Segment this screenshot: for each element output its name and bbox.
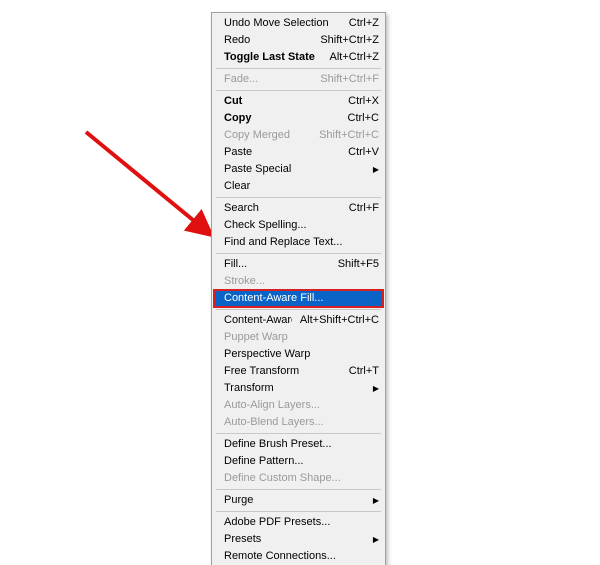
menu-item-shortcut: Ctrl+F bbox=[341, 200, 379, 217]
menu-separator bbox=[216, 309, 381, 310]
menu-item-define-custom-shape: Define Custom Shape... bbox=[214, 470, 383, 487]
menu-item-label: Free Transform bbox=[224, 363, 341, 380]
menu-item-shortcut: Shift+Ctrl+Z bbox=[312, 32, 379, 49]
menu-item-auto-align-layers: Auto-Align Layers... bbox=[214, 397, 383, 414]
menu-item-label: Auto-Align Layers... bbox=[224, 397, 379, 414]
menu-item-label: Paste Special bbox=[224, 161, 365, 178]
menu-item-label: Purge bbox=[224, 492, 365, 509]
menu-item-label: Remote Connections... bbox=[224, 548, 379, 565]
menu-item-presets[interactable]: Presets▶ bbox=[214, 531, 383, 548]
menu-item-fill[interactable]: Fill...Shift+F5 bbox=[214, 256, 383, 273]
menu-item-label: Auto-Blend Layers... bbox=[224, 414, 379, 431]
menu-item-auto-blend-layers: Auto-Blend Layers... bbox=[214, 414, 383, 431]
menu-item-remote-connections[interactable]: Remote Connections... bbox=[214, 548, 383, 565]
menu-item-define-brush-preset[interactable]: Define Brush Preset... bbox=[214, 436, 383, 453]
menu-item-purge[interactable]: Purge▶ bbox=[214, 492, 383, 509]
menu-item-adobe-pdf-presets[interactable]: Adobe PDF Presets... bbox=[214, 514, 383, 531]
menu-item-label: Puppet Warp bbox=[224, 329, 379, 346]
menu-item-content-aware-fill[interactable]: Content-Aware Fill... bbox=[214, 290, 383, 307]
annotation-arrow bbox=[84, 130, 224, 250]
menu-item-label: Content-Aware Scale bbox=[224, 312, 292, 329]
menu-item-define-pattern[interactable]: Define Pattern... bbox=[214, 453, 383, 470]
menu-item-paste-special[interactable]: Paste Special▶ bbox=[214, 161, 383, 178]
menu-item-label: Undo Move Selection bbox=[224, 15, 341, 32]
menu-item-label: Cut bbox=[224, 93, 340, 110]
menu-item-label: Define Brush Preset... bbox=[224, 436, 379, 453]
menu-item-stroke: Stroke... bbox=[214, 273, 383, 290]
menu-item-puppet-warp: Puppet Warp bbox=[214, 329, 383, 346]
menu-separator bbox=[216, 489, 381, 490]
menu-item-content-aware-scale[interactable]: Content-Aware ScaleAlt+Shift+Ctrl+C bbox=[214, 312, 383, 329]
menu-item-label: Define Custom Shape... bbox=[224, 470, 379, 487]
menu-item-label: Copy bbox=[224, 110, 340, 127]
menu-item-label: Clear bbox=[224, 178, 379, 195]
submenu-arrow-icon: ▶ bbox=[365, 531, 379, 548]
menu-item-label: Find and Replace Text... bbox=[224, 234, 379, 251]
submenu-arrow-icon: ▶ bbox=[365, 380, 379, 397]
menu-item-redo[interactable]: RedoShift+Ctrl+Z bbox=[214, 32, 383, 49]
menu-item-label: Perspective Warp bbox=[224, 346, 379, 363]
menu-item-shortcut: Ctrl+T bbox=[341, 363, 379, 380]
menu-item-shortcut: Shift+F5 bbox=[330, 256, 379, 273]
edit-context-menu[interactable]: Undo Move SelectionCtrl+ZRedoShift+Ctrl+… bbox=[211, 12, 386, 565]
menu-item-shortcut: Ctrl+C bbox=[340, 110, 379, 127]
menu-item-fade: Fade...Shift+Ctrl+F bbox=[214, 71, 383, 88]
menu-item-free-transform[interactable]: Free TransformCtrl+T bbox=[214, 363, 383, 380]
menu-item-label: Content-Aware Fill... bbox=[224, 290, 379, 307]
menu-item-label: Paste bbox=[224, 144, 340, 161]
menu-separator bbox=[216, 511, 381, 512]
menu-item-label: Define Pattern... bbox=[224, 453, 379, 470]
menu-separator bbox=[216, 433, 381, 434]
menu-separator bbox=[216, 90, 381, 91]
menu-item-shortcut: Ctrl+X bbox=[340, 93, 379, 110]
menu-item-shortcut: Ctrl+Z bbox=[341, 15, 379, 32]
menu-item-label: Search bbox=[224, 200, 341, 217]
menu-item-label: Redo bbox=[224, 32, 312, 49]
menu-item-label: Stroke... bbox=[224, 273, 379, 290]
menu-item-label: Fade... bbox=[224, 71, 312, 88]
menu-item-shortcut: Alt+Shift+Ctrl+C bbox=[292, 312, 379, 329]
menu-item-shortcut: Shift+Ctrl+C bbox=[311, 127, 379, 144]
menu-item-shortcut: Ctrl+V bbox=[340, 144, 379, 161]
menu-item-shortcut: Alt+Ctrl+Z bbox=[321, 49, 379, 66]
menu-separator bbox=[216, 197, 381, 198]
menu-item-clear[interactable]: Clear bbox=[214, 178, 383, 195]
menu-item-find-and-replace-text[interactable]: Find and Replace Text... bbox=[214, 234, 383, 251]
menu-item-label: Fill... bbox=[224, 256, 330, 273]
menu-item-label: Copy Merged bbox=[224, 127, 311, 144]
menu-item-shortcut: Shift+Ctrl+F bbox=[312, 71, 379, 88]
menu-item-paste[interactable]: PasteCtrl+V bbox=[214, 144, 383, 161]
menu-item-label: Transform bbox=[224, 380, 365, 397]
menu-item-undo-move-selection[interactable]: Undo Move SelectionCtrl+Z bbox=[214, 15, 383, 32]
menu-item-copy-merged: Copy MergedShift+Ctrl+C bbox=[214, 127, 383, 144]
menu-item-cut[interactable]: CutCtrl+X bbox=[214, 93, 383, 110]
submenu-arrow-icon: ▶ bbox=[365, 161, 379, 178]
menu-item-transform[interactable]: Transform▶ bbox=[214, 380, 383, 397]
menu-item-toggle-last-state[interactable]: Toggle Last StateAlt+Ctrl+Z bbox=[214, 49, 383, 66]
submenu-arrow-icon: ▶ bbox=[365, 492, 379, 509]
menu-separator bbox=[216, 253, 381, 254]
menu-separator bbox=[216, 68, 381, 69]
menu-item-copy[interactable]: CopyCtrl+C bbox=[214, 110, 383, 127]
menu-item-check-spelling[interactable]: Check Spelling... bbox=[214, 217, 383, 234]
menu-item-label: Toggle Last State bbox=[224, 49, 321, 66]
menu-item-label: Adobe PDF Presets... bbox=[224, 514, 379, 531]
menu-item-search[interactable]: SearchCtrl+F bbox=[214, 200, 383, 217]
menu-item-label: Presets bbox=[224, 531, 365, 548]
menu-item-perspective-warp[interactable]: Perspective Warp bbox=[214, 346, 383, 363]
menu-item-label: Check Spelling... bbox=[224, 217, 379, 234]
